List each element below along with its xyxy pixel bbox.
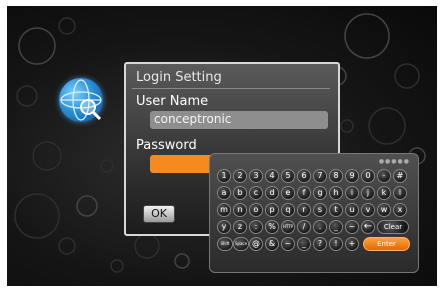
key-bottom-2[interactable]: @ [249,237,263,251]
key-1-0[interactable]: a [217,186,231,200]
key-3-3[interactable]: % [265,220,279,234]
key-1-3[interactable]: d [265,186,279,200]
key-bottom-1[interactable]: Space [233,237,249,251]
username-label: User Name [136,94,209,109]
key-1-6[interactable]: g [313,186,327,200]
key-1-2[interactable]: c [249,186,263,200]
key-3-0[interactable]: y [217,220,231,234]
key-0-5[interactable]: 6 [297,169,311,183]
enter-button[interactable]: Enter [363,237,410,251]
key-2-8[interactable]: u [345,203,359,217]
key-2-11[interactable]: x [393,203,407,217]
globe-search-icon [59,78,103,122]
key-2-5[interactable]: r [297,203,311,217]
key-2-1[interactable]: n [233,203,247,217]
key-bottom-4[interactable]: ~ [281,237,295,251]
key-0-10[interactable]: - [377,169,391,183]
username-field[interactable]: conceptronic [150,111,328,129]
key-1-7[interactable]: h [329,186,343,200]
key-1-1[interactable]: b [233,186,247,200]
key-3-7[interactable]: _ [329,220,343,234]
key-2-6[interactable]: s [313,203,327,217]
key-1-5[interactable]: f [297,186,311,200]
dialog-title: Login Setting [136,70,222,85]
key-2-7[interactable]: t [329,203,343,217]
key-0-6[interactable]: 7 [313,169,327,183]
key-0-1[interactable]: 2 [233,169,247,183]
key-3-5[interactable]: / [297,220,311,234]
key-0-2[interactable]: 3 [249,169,263,183]
key-3-2[interactable]: : [249,220,263,234]
key-3-6[interactable]: . [313,220,327,234]
clear-button[interactable]: Clear [377,220,409,234]
key-0-7[interactable]: 8 [329,169,343,183]
key-bottom-6[interactable]: ? [313,237,327,251]
key-bottom-3[interactable]: & [265,237,279,251]
key-0-9[interactable]: 0 [361,169,375,183]
key-0-11[interactable]: # [393,169,407,183]
key-bottom-5[interactable]: _ [297,237,311,251]
onscreen-keyboard: ●●●●● 1 2 3 4 5 6 7 8 9 0- # a b c d e f g h i j k l m n o p q r s t u v… [209,153,419,273]
screen: Login Setting User Name conceptronic Pas… [7,6,437,286]
ok-button[interactable]: OK [143,205,175,223]
title-divider [132,88,330,89]
key-2-9[interactable]: v [361,203,375,217]
key-1-11[interactable]: l [393,186,407,200]
key-0-0[interactable]: 1 [217,169,231,183]
key-bottom-8[interactable]: + [345,237,359,251]
key-1-10[interactable]: k [377,186,391,200]
key-2-0[interactable]: m [217,203,231,217]
key-1-4[interactable]: e [281,186,295,200]
key-0-4[interactable]: 5 [281,169,295,183]
key-2-3[interactable]: p [265,203,279,217]
key-1-9[interactable]: j [361,186,375,200]
password-label: Password [136,138,197,153]
key-2-4[interactable]: q [281,203,295,217]
key-3-1[interactable]: z [233,220,247,234]
keyboard-indicator: ●●●●● [378,158,410,165]
key-3-8[interactable]: ~ [345,220,359,234]
key-bottom-7[interactable]: ! [329,237,343,251]
key-1-8[interactable]: i [345,186,359,200]
key-0-8[interactable]: 9 [345,169,359,183]
username-value: conceptronic [154,112,232,126]
backspace-arrow-icon[interactable]: ← [361,220,375,234]
key-2-2[interactable]: o [249,203,263,217]
key-0-3[interactable]: 4 [265,169,279,183]
key-2-10[interactable]: w [377,203,391,217]
key-bottom-0[interactable]: Shift [217,237,233,251]
key-3-4[interactable]: HTTP [281,220,295,234]
